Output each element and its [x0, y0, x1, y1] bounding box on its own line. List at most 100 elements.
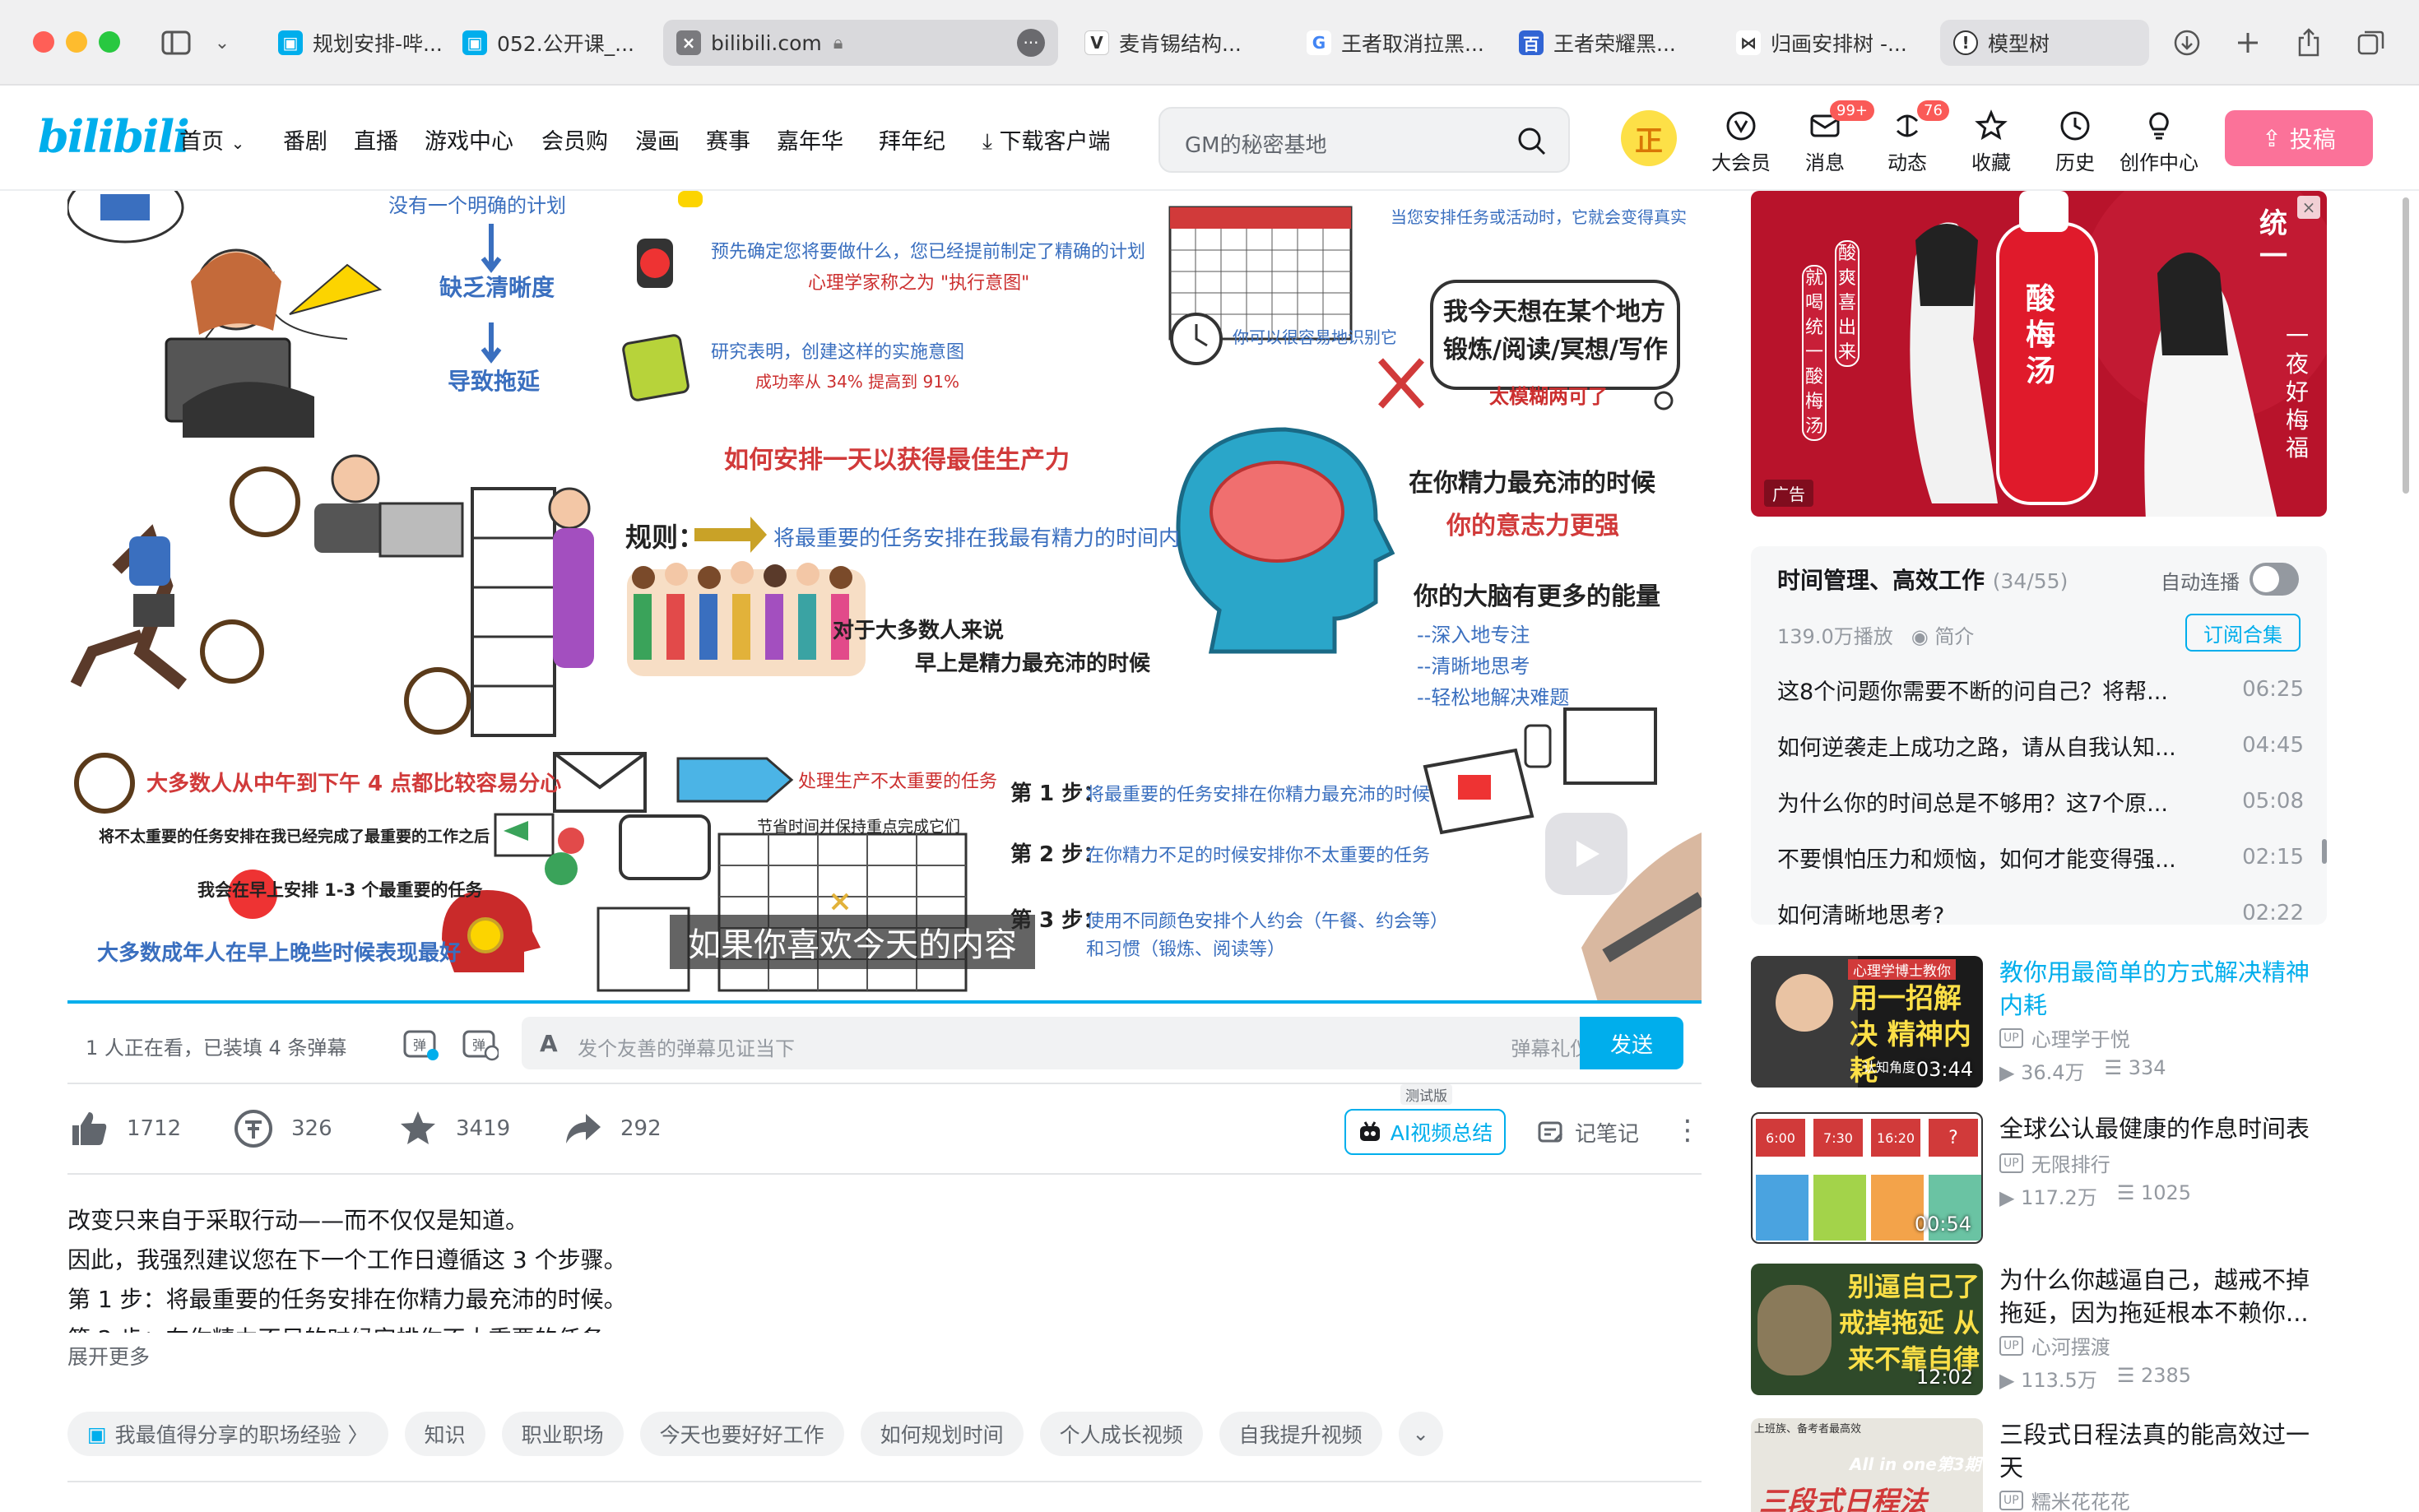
nav-download-client[interactable]: ⤓ 下载客户端	[982, 123, 1111, 155]
recommendation-title[interactable]: 全球公认最健康的作息时间表	[1999, 1112, 2327, 1145]
creator-center-button[interactable]: 创作中心	[2120, 107, 2198, 175]
video-text: 你可以很容易地识别它	[1233, 327, 1397, 347]
uploader[interactable]: UP 心河摆渡	[1999, 1331, 2110, 1360]
search-input[interactable]: GM的秘密基地	[1185, 128, 1327, 159]
autoplay-toggle[interactable]	[2250, 563, 2299, 596]
download-icon[interactable]	[2167, 23, 2207, 63]
tab-group-chevron-icon[interactable]: ⌄	[202, 23, 242, 63]
video-progress-bar[interactable]	[67, 1000, 1702, 1004]
video-player[interactable]: 没有一个明确的计划 缺乏清晰度 导致拖延 预先确定您将要做什么，您已经提前制定了…	[67, 191, 1702, 1002]
nav-esports[interactable]: 赛事	[706, 123, 750, 155]
text-style-icon[interactable]: A	[540, 1030, 558, 1057]
video-thumbnail[interactable]: 6:00 7:30 16:20 ? 00:54	[1751, 1112, 1983, 1244]
uploader[interactable]: UP 心理学于悦	[1999, 1023, 2130, 1052]
more-options-icon[interactable]: ⋮	[1674, 1114, 1702, 1147]
nav-carnival[interactable]: 嘉年华	[777, 123, 843, 155]
send-danmaku-button[interactable]: 发送	[1580, 1017, 1683, 1069]
tab-0[interactable]: ▣ 规划安排-哔...	[265, 20, 467, 66]
playlist-item[interactable]: 不要惧怕压力和烦恼，如何才能变得强... 02:15	[1777, 829, 2304, 885]
coin-button[interactable]: 326	[234, 1109, 332, 1148]
tag[interactable]: 职业职场	[501, 1412, 624, 1456]
tab-active[interactable]: × bilibili.com 🔒︎ ···	[663, 20, 1058, 66]
recommendation-item[interactable]: 6:00 7:30 16:20 ? 00:54 全球公认最健康的作息时间表 UP…	[1751, 1112, 2327, 1247]
playlist-item[interactable]: 为什么你的时间总是不够用？这7个原... 05:08	[1777, 773, 2304, 829]
tag[interactable]: 个人成长视频	[1039, 1412, 1203, 1456]
search-icon[interactable]	[1516, 125, 1548, 158]
playlist-item[interactable]: 如何逆袭走上成功之路，请从自我认知... 04:45	[1777, 717, 2304, 773]
nav-new-year[interactable]: 拜年纪	[879, 123, 945, 155]
vip-button[interactable]: 大会员	[1702, 107, 1781, 175]
play-button[interactable]	[1545, 813, 1627, 895]
video-description: 改变只来自于采取行动——而不仅仅是知道。 因此，我强烈建议您在下一个工作日遵循这…	[67, 1201, 1702, 1377]
tab-7[interactable]: ! 模型树	[1940, 20, 2149, 66]
tag[interactable]: 如何规划时间	[860, 1412, 1024, 1456]
expand-tags-chevron-icon[interactable]: ⌄	[1398, 1412, 1443, 1456]
nav-home[interactable]: 首页 ⌄	[179, 123, 244, 155]
nav-anime[interactable]: 番剧	[283, 123, 327, 155]
playlist-item[interactable]: 如何清晰地思考? 02:22	[1777, 885, 2304, 925]
ad-slogan: 就喝统一酸梅汤	[1802, 265, 1827, 441]
tab-6[interactable]: ⋈ 归画安排树 -...	[1723, 20, 1932, 66]
video-thumbnail[interactable]: 心理学博士教你 用一招解决 精神内耗 认知角度 03:44	[1751, 956, 1983, 1088]
dynamics-button[interactable]: 76 动态	[1868, 100, 1949, 175]
more-icon[interactable]: ···	[1017, 29, 1045, 57]
close-window-button[interactable]	[33, 31, 54, 53]
favorites-button[interactable]: 收藏	[1952, 107, 2031, 175]
share-icon[interactable]	[2289, 23, 2328, 63]
video-thumbnail[interactable]: 别逼自己了 戒掉拖延 从来不靠自律 12:02	[1751, 1264, 1983, 1395]
recommendation-item[interactable]: 上班族、备考者最高效 All in one第3期 三段式日程法 三段式日程法真的…	[1751, 1418, 2327, 1512]
expand-more-link[interactable]: 展开更多	[67, 1338, 1702, 1377]
nav-live[interactable]: 直播	[354, 123, 398, 155]
avatar[interactable]: 正	[1621, 110, 1677, 166]
playlist-scrollbar[interactable]	[2322, 839, 2327, 864]
playlist-intro-link[interactable]: ◉ 简介	[1911, 620, 1975, 649]
upload-button[interactable]: ⇪ 投稿	[2225, 110, 2373, 166]
video-text: 处理生产不太重要的任务	[798, 772, 998, 792]
history-button[interactable]: 历史	[2036, 107, 2115, 175]
tag-topic[interactable]: ▣ 我最值得分享的职场经验 〉	[67, 1412, 388, 1456]
tag[interactable]: 知识	[404, 1412, 485, 1456]
maximize-window-button[interactable]	[99, 31, 120, 53]
tag[interactable]: 今天也要好好工作	[639, 1412, 844, 1456]
danmaku-toggle-icon[interactable]: 弹	[402, 1025, 439, 1063]
recommendation-title[interactable]: 为什么你越逼自己，越戒不掉拖延，因为拖延根本不赖你...	[1999, 1264, 2327, 1329]
subscribe-collection-button[interactable]: 订阅合集	[2185, 614, 2301, 652]
take-note-button[interactable]: 记笔记	[1537, 1117, 1639, 1148]
tab-3[interactable]: V 麦肯锡结构...	[1071, 20, 1280, 66]
recommendation-item[interactable]: 别逼自己了 戒掉拖延 从来不靠自律 12:02 为什么你越逼自己，越戒不掉拖延，…	[1751, 1264, 2327, 1398]
tab-5[interactable]: 百 王者荣耀黑...	[1506, 20, 1715, 66]
minimize-window-button[interactable]	[66, 31, 87, 53]
tab-overview-icon[interactable]	[2352, 23, 2391, 63]
ad-banner[interactable]: 酸梅汤 就喝统一酸梅汤 酸爽喜出来 统一 一夜好梅福 广告 ×	[1751, 191, 2327, 517]
svg-text:弹: 弹	[472, 1037, 485, 1053]
search-bar[interactable]: GM的秘密基地	[1158, 107, 1570, 173]
nav-game-center[interactable]: 游戏中心	[425, 123, 513, 155]
bilibili-logo[interactable]: bilibili	[38, 110, 190, 163]
messages-button[interactable]: 99+ 消息	[1785, 100, 1874, 175]
nav-manga[interactable]: 漫画	[635, 123, 680, 155]
close-icon[interactable]: ×	[2297, 196, 2320, 219]
thumbnail-text: 别逼自己了 戒掉拖延 从来不靠自律	[1838, 1271, 1980, 1375]
danmaku-input[interactable]: A 发个友善的弹幕见证当下 弹幕礼仪 〉	[522, 1017, 1641, 1069]
uploader[interactable]: UP 糯米花花花	[1999, 1486, 2130, 1512]
tag[interactable]: 自我提升视频	[1219, 1412, 1382, 1456]
sidebar-toggle-icon[interactable]	[156, 23, 196, 63]
nav-mall[interactable]: 会员购	[541, 123, 608, 155]
recommendation-title[interactable]: 教你用最简单的方式解决精神内耗	[1999, 956, 2327, 1022]
share-button[interactable]: 292	[563, 1109, 662, 1148]
recommendation-title[interactable]: 三段式日程法真的能高效过一天	[1999, 1418, 2327, 1484]
recommendation-item[interactable]: 心理学博士教你 用一招解决 精神内耗 认知角度 03:44 教你用最简单的方式解…	[1751, 956, 2327, 1091]
playlist-item[interactable]: 这8个问题你需要不断的问自己？将帮... 06:25	[1777, 661, 2304, 717]
tab-4[interactable]: G 王者取消拉黑...	[1293, 20, 1502, 66]
like-button[interactable]: 1712	[69, 1109, 181, 1148]
ai-summary-button[interactable]: AI视频总结	[1344, 1109, 1506, 1155]
uploader[interactable]: UP 无限排行	[1999, 1148, 2110, 1177]
video-thumbnail[interactable]: 上班族、备考者最高效 All in one第3期 三段式日程法	[1751, 1418, 1983, 1512]
thumbnail-time: 7:30	[1813, 1119, 1863, 1157]
danmaku-settings-icon[interactable]: 弹	[461, 1025, 499, 1063]
page-scrollbar[interactable]	[2403, 197, 2409, 494]
tab-1[interactable]: ▣ 052.公开课_...	[449, 20, 652, 66]
favorite-button[interactable]: 3419	[398, 1109, 510, 1148]
close-tab-icon[interactable]: ×	[676, 30, 701, 55]
new-tab-icon[interactable]	[2228, 23, 2268, 63]
